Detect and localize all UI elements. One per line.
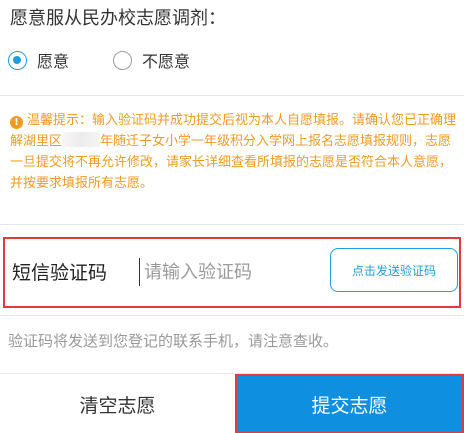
radio-option-unwilling[interactable]: 不愿意 <box>113 48 190 72</box>
redacted-year <box>62 132 101 147</box>
sms-code-label: 短信验证码 <box>12 262 108 284</box>
sms-code-input[interactable] <box>139 258 319 286</box>
divider <box>0 224 464 225</box>
clear-choices-button[interactable]: 清空志愿 <box>0 374 235 433</box>
adjustment-question: 愿意服从民办校志愿调剂： <box>10 8 226 29</box>
radio-checked-icon[interactable] <box>8 50 27 70</box>
send-code-button[interactable]: 点击发送验证码 <box>330 248 458 292</box>
submit-choices-button[interactable]: 提交志愿 <box>235 374 464 433</box>
info-icon: ! <box>10 116 23 129</box>
adjustment-radio-group: 愿意 不愿意 <box>8 48 234 72</box>
radio-label-willing: 愿意 <box>37 52 70 71</box>
sms-code-row: 短信验证码 点击发送验证码 <box>3 237 461 308</box>
notice-text: ! 温馨提示：输入验证码并成功提交后视为本人自愿填报。请确认您已正确理解湖里区 年随… <box>10 110 458 194</box>
radio-option-willing[interactable]: 愿意 <box>8 48 69 72</box>
bottom-action-bar: 清空志愿 提交志愿 <box>0 373 464 433</box>
divider <box>0 315 464 316</box>
radio-label-unwilling: 不愿意 <box>142 52 191 71</box>
divider <box>0 95 464 96</box>
radio-unchecked-icon[interactable] <box>113 50 133 70</box>
sms-hint: 验证码将发送到您登记的联系手机，请注意查收。 <box>8 332 339 350</box>
